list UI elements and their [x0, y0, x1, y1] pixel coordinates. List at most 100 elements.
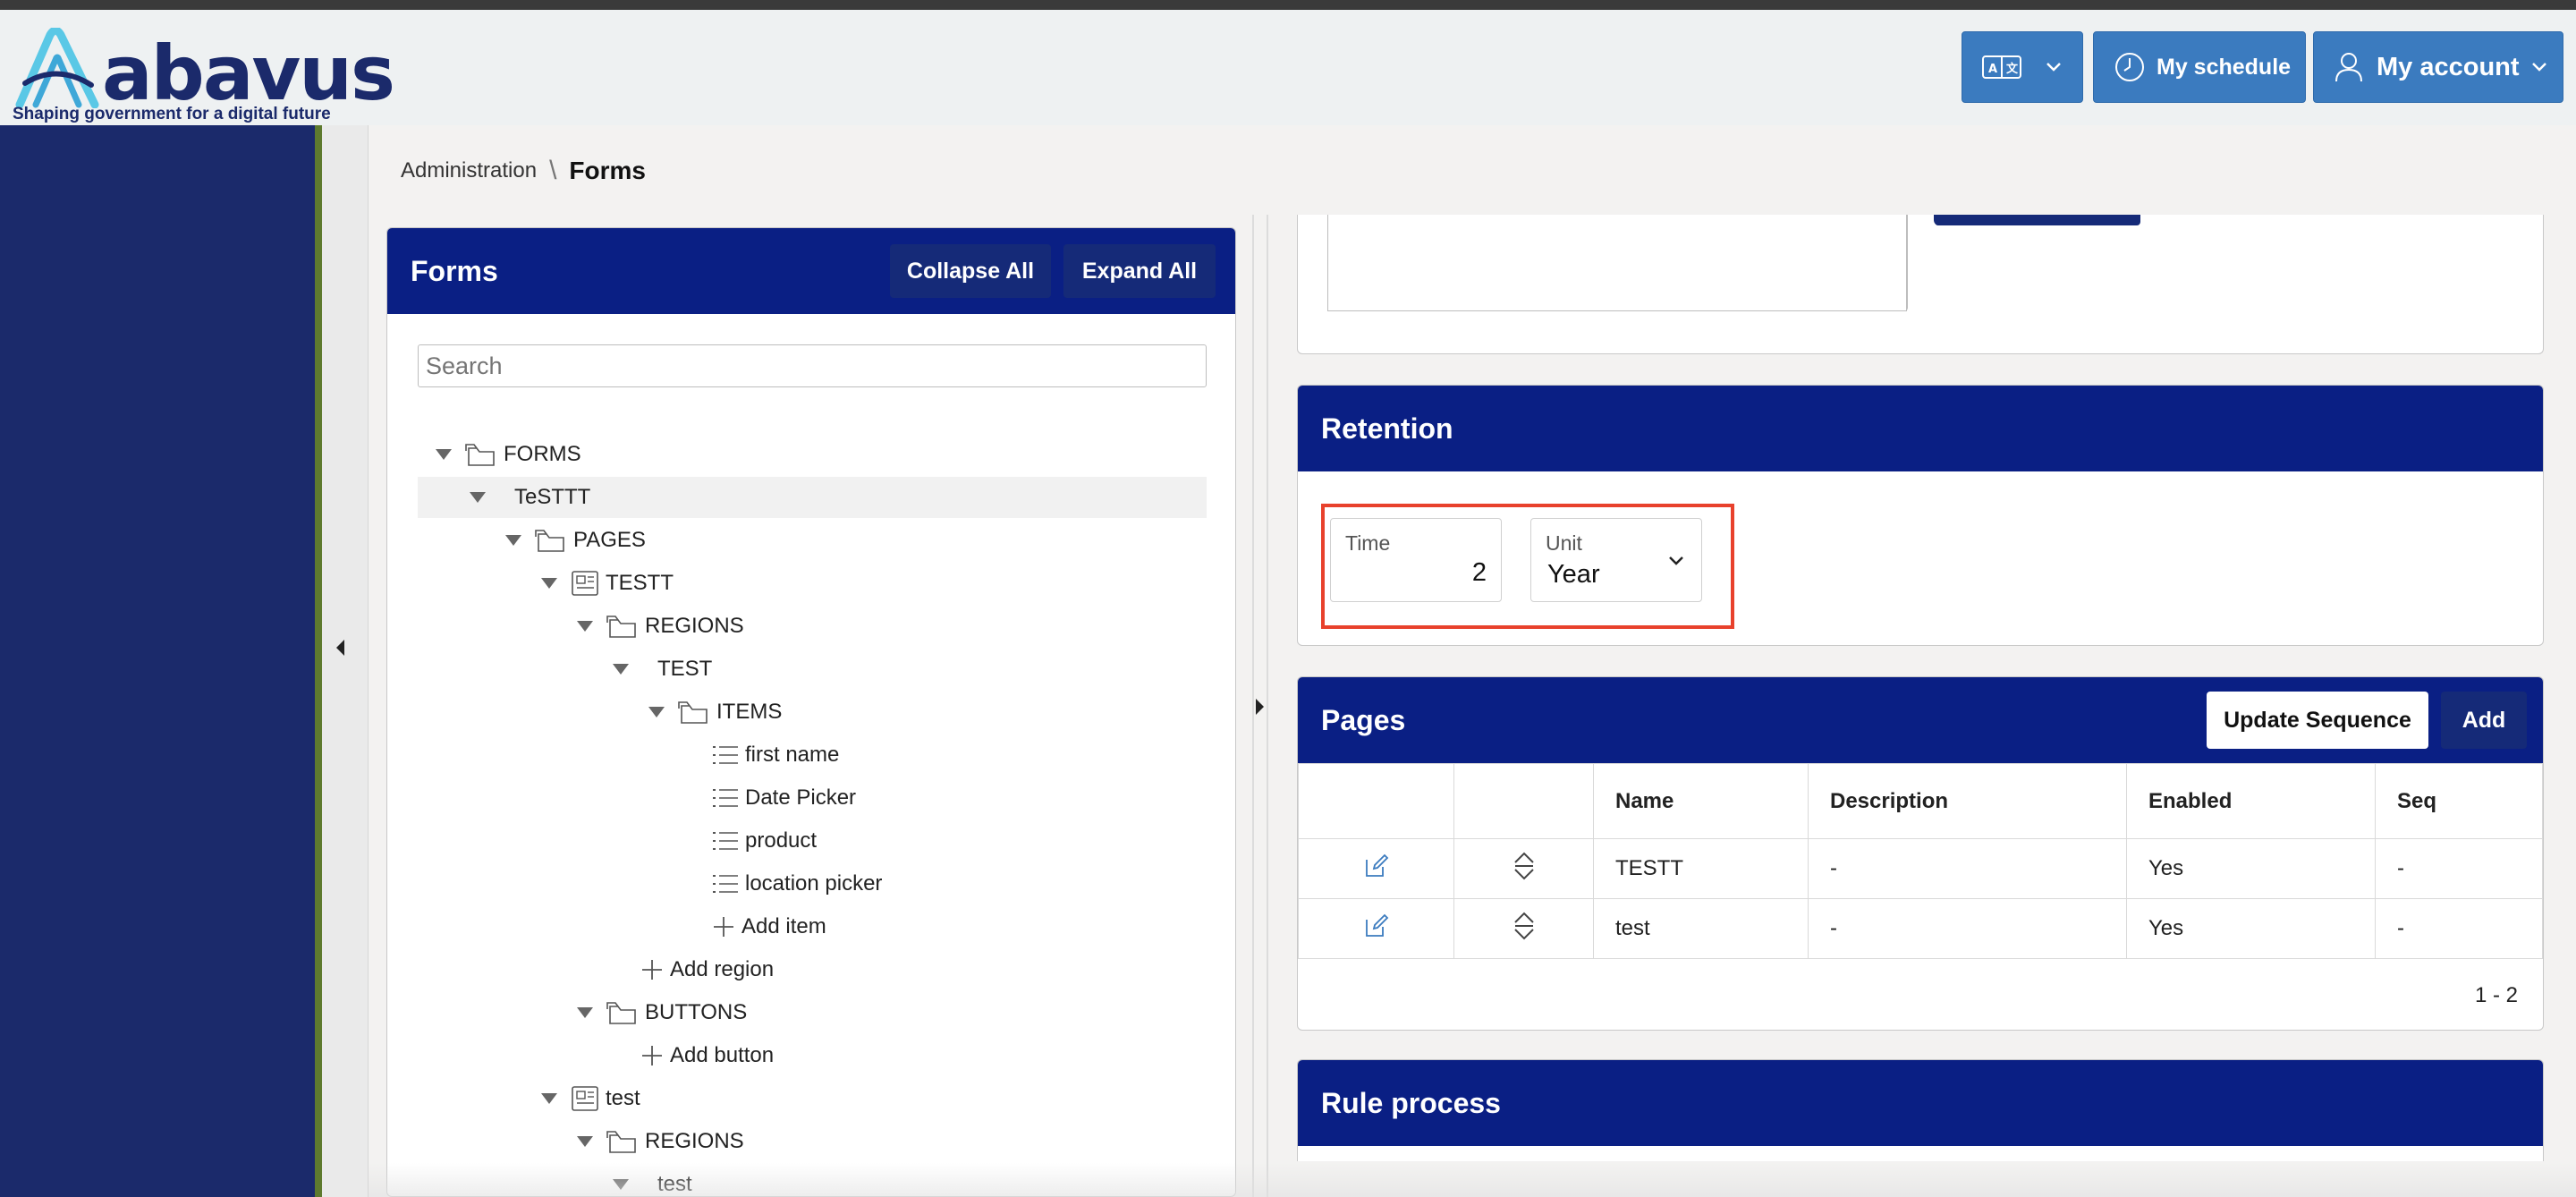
tree-node[interactable]: FORMS	[436, 434, 581, 475]
add-page-button[interactable]: Add	[2441, 692, 2527, 749]
expand-toggle-icon[interactable]	[613, 664, 629, 675]
tree-node[interactable]: TeSTTT	[418, 477, 1207, 518]
rule-process-title: Rule process	[1321, 1087, 1501, 1119]
breadcrumb-parent[interactable]: Administration	[401, 158, 537, 183]
collapse-sidebar-handle[interactable]	[336, 640, 344, 656]
tree-node[interactable]: TEST	[613, 649, 712, 690]
column-header-seq[interactable]: Seq	[2375, 763, 2543, 839]
logo-mark-icon	[15, 28, 99, 108]
column-header-enabled[interactable]: Enabled	[2126, 763, 2376, 839]
abavus-logo[interactable]: abavus Shaping government for a digital …	[13, 19, 395, 126]
rule-process-card: Rule process	[1297, 1059, 2544, 1161]
tree-node[interactable]: ITEMS	[648, 692, 782, 733]
page-description: -	[1808, 838, 2127, 899]
tree-add-link[interactable]: Add button	[640, 1035, 774, 1076]
collapse-gutter	[322, 125, 369, 1197]
my-schedule-button[interactable]: My schedule	[2093, 31, 2306, 103]
expand-toggle-icon[interactable]	[541, 578, 557, 589]
collapse-all-button[interactable]: Collapse All	[890, 244, 1051, 298]
plus-icon	[714, 917, 733, 937]
table-header-row: Name Description Enabled Seq	[1298, 763, 2543, 839]
plus-icon	[642, 1046, 662, 1065]
chevron-down-icon	[2531, 63, 2546, 72]
expand-right-handle[interactable]	[1256, 699, 1264, 715]
expand-toggle-icon[interactable]	[505, 535, 521, 546]
tree-node-label: product	[745, 828, 818, 853]
tree-node-label: PAGES	[573, 528, 646, 552]
textarea-top-button[interactable]	[1934, 215, 2140, 225]
edit-cell[interactable]	[1298, 898, 1454, 959]
edit-cell[interactable]	[1298, 838, 1454, 899]
folder-icon	[535, 530, 564, 552]
forms-panel: Forms Collapse All Expand All FORMS TeSTT…	[386, 227, 1236, 1197]
tree-node[interactable]: REGIONS	[577, 1121, 744, 1162]
table-row[interactable]: test - Yes -	[1298, 898, 2543, 959]
tree-node[interactable]: REGIONS	[577, 606, 744, 647]
retention-header: Retention	[1298, 386, 2543, 471]
edit-icon[interactable]	[1363, 853, 1390, 879]
unit-select[interactable]: Unit Year	[1530, 518, 1702, 602]
language-button[interactable]: A 文	[1962, 31, 2083, 103]
page-enabled: Yes	[2126, 898, 2376, 959]
update-sequence-button[interactable]: Update Sequence	[2207, 692, 2428, 749]
bottom-fade	[369, 1163, 2576, 1197]
expand-toggle-icon[interactable]	[577, 1136, 593, 1147]
folder-icon	[606, 1131, 636, 1153]
expand-toggle-icon[interactable]	[470, 492, 486, 503]
my-account-label: My account	[2377, 52, 2520, 81]
tree-node-label: TeSTTT	[514, 485, 591, 509]
tree-node-label: TEST	[657, 657, 713, 681]
tree-node-label: FORMS	[504, 442, 581, 466]
time-label: Time	[1345, 531, 1391, 555]
tree-node[interactable]: test	[541, 1078, 640, 1119]
expand-toggle-icon[interactable]	[541, 1093, 557, 1104]
tree-node[interactable]: Date Picker	[711, 777, 856, 819]
tree-node[interactable]: first name	[711, 734, 839, 776]
pages-card: Pages Update Sequence Add Name Descripti…	[1297, 676, 2544, 1031]
column-header-name[interactable]: Name	[1593, 763, 1809, 839]
tree-node[interactable]: product	[711, 820, 817, 862]
tree-node[interactable]: TESTT	[541, 563, 674, 604]
expand-toggle-icon[interactable]	[577, 1007, 593, 1018]
reorder-cell[interactable]	[1453, 898, 1594, 959]
user-icon	[2335, 53, 2362, 82]
tree-node-label: ITEMS	[716, 700, 783, 724]
expand-all-button[interactable]: Expand All	[1063, 244, 1216, 298]
tree-add-link[interactable]: Add item	[711, 906, 826, 947]
pages-header: Pages Update Sequence Add	[1298, 677, 2543, 763]
forms-search-input[interactable]	[418, 344, 1207, 387]
page-name: test	[1593, 898, 1809, 959]
tree-node[interactable]: PAGES	[505, 520, 646, 561]
folder-icon	[606, 615, 636, 638]
my-account-button[interactable]: My account	[2313, 31, 2563, 103]
time-field[interactable]: Time 2	[1330, 518, 1502, 602]
page-icon	[572, 571, 598, 596]
reorder-cell[interactable]	[1453, 838, 1594, 899]
sidebar-edge	[315, 125, 322, 1197]
column-header-description[interactable]: Description	[1808, 763, 2127, 839]
tree-node-label: test	[606, 1086, 640, 1110]
expand-toggle-icon[interactable]	[436, 449, 452, 460]
textarea-top	[1327, 215, 1907, 311]
page-description: -	[1808, 898, 2127, 959]
retention-card: Retention Time 2 Unit Year	[1297, 385, 2544, 646]
sort-icon[interactable]	[1513, 851, 1536, 881]
table-row[interactable]: TESTT - Yes -	[1298, 838, 2543, 899]
tree-add-link[interactable]: Add region	[640, 949, 774, 990]
my-schedule-label: My schedule	[2157, 54, 2292, 80]
sort-icon[interactable]	[1513, 911, 1536, 941]
expand-toggle-icon[interactable]	[648, 707, 665, 717]
unit-value: Year	[1547, 560, 1600, 589]
rule-process-header: Rule process	[1298, 1060, 2543, 1146]
edit-icon[interactable]	[1363, 913, 1390, 939]
tree-node[interactable]: BUTTONS	[577, 992, 747, 1033]
tree-node[interactable]: location picker	[711, 863, 882, 904]
translate-icon: A 文	[1982, 55, 2021, 79]
expand-toggle-icon[interactable]	[577, 621, 593, 632]
column-header	[1453, 763, 1594, 839]
unit-label: Unit	[1546, 531, 1582, 555]
retention-title: Retention	[1321, 412, 1453, 445]
page-icon	[572, 1086, 598, 1111]
page-seq: -	[2375, 838, 2543, 899]
chevron-down-icon	[1669, 556, 1683, 565]
